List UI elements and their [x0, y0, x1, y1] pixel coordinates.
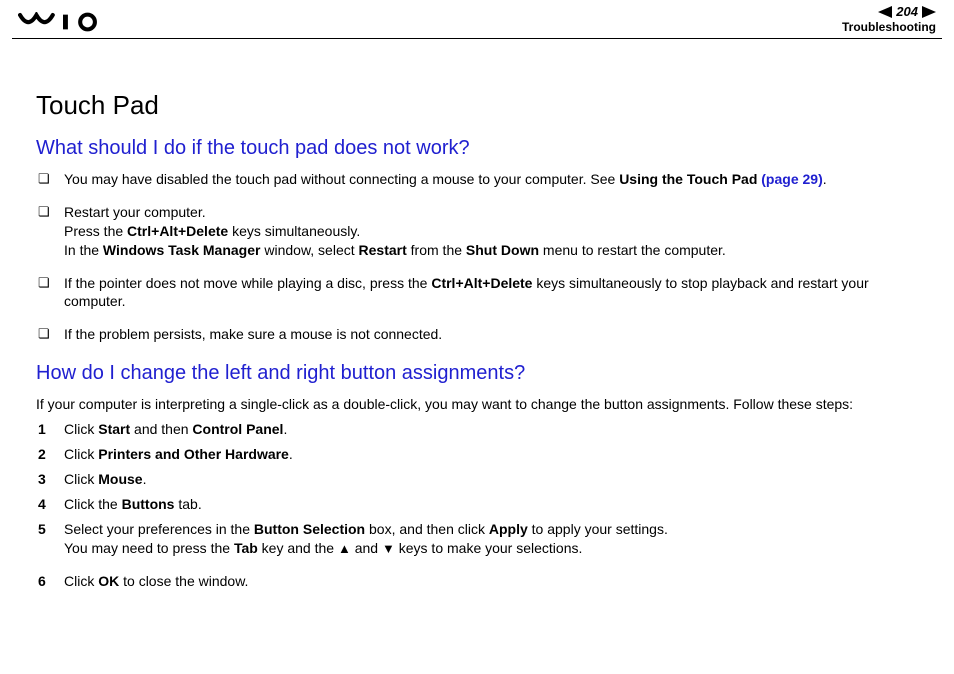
text: tab. [174, 496, 201, 512]
bold-text: Tab [234, 540, 258, 556]
bold-text: OK [98, 573, 119, 589]
bold-text: Ctrl+Alt+Delete [127, 223, 228, 239]
text: Restart your computer. [64, 204, 206, 220]
text: You may need to press the [64, 540, 234, 556]
text: keys simultaneously. [228, 223, 360, 239]
section-label: Troubleshooting [842, 20, 936, 34]
page-content: Touch Pad What should I do if the touch … [36, 90, 926, 597]
down-arrow-icon: ▼ [382, 540, 395, 558]
question-2-heading: How do I change the left and right butto… [36, 362, 926, 385]
step-number: 4 [38, 495, 46, 514]
text: and then [130, 421, 192, 437]
text: to apply your settings. [528, 521, 668, 537]
text: to close the window. [119, 573, 248, 589]
text: You may have disabled the touch pad with… [64, 171, 619, 187]
text: and [351, 540, 382, 556]
step-number: 6 [38, 572, 46, 591]
question-2-steps: 1 Click Start and then Control Panel. 2 … [36, 420, 926, 590]
list-item: If the problem persists, make sure a mou… [36, 325, 926, 344]
prev-page-arrow-icon[interactable] [878, 6, 892, 18]
vaio-logo [18, 12, 108, 37]
bold-text: Start [98, 421, 130, 437]
question-1-heading: What should I do if the touch pad does n… [36, 137, 926, 160]
bold-text: Ctrl+Alt+Delete [431, 275, 532, 291]
text: . [143, 471, 147, 487]
step-item: 1 Click Start and then Control Panel. [36, 420, 926, 439]
step-item: 3 Click Mouse. [36, 470, 926, 489]
step-item: 6 Click OK to close the window. [36, 572, 926, 591]
step-item: 5 Select your preferences in the Button … [36, 520, 926, 558]
text: If the pointer does not move while playi… [64, 275, 431, 291]
bold-text: Windows Task Manager [103, 242, 261, 258]
text: . [823, 171, 827, 187]
text: keys to make your selections. [395, 540, 583, 556]
bold-text: Using the Touch Pad [619, 171, 761, 187]
bold-text: Mouse [98, 471, 142, 487]
header-rule [12, 38, 942, 39]
vaio-logo-svg [18, 12, 108, 32]
bold-text: Printers and Other Hardware [98, 446, 289, 462]
bold-text: Shut Down [466, 242, 539, 258]
page-link[interactable]: (page 29) [761, 171, 822, 187]
next-page-arrow-icon[interactable] [922, 6, 936, 18]
step-item: 2 Click Printers and Other Hardware. [36, 445, 926, 464]
text: Click [64, 421, 98, 437]
bold-text: Restart [359, 242, 407, 258]
step-item: 4 Click the Buttons tab. [36, 495, 926, 514]
step-number: 1 [38, 420, 46, 439]
text: window, select [260, 242, 358, 258]
bold-text: Control Panel [192, 421, 283, 437]
page-header: 204 Troubleshooting [12, 0, 942, 40]
text: Press the [64, 223, 127, 239]
text: box, and then click [365, 521, 489, 537]
list-item: Restart your computer. Press the Ctrl+Al… [36, 203, 926, 260]
list-item: If the pointer does not move while playi… [36, 274, 926, 312]
bold-text: Button Selection [254, 521, 365, 537]
page-nav: 204 [878, 4, 936, 19]
text: menu to restart the computer. [539, 242, 726, 258]
page-title: Touch Pad [36, 90, 926, 121]
text: Click [64, 446, 98, 462]
text: If the problem persists, make sure a mou… [64, 326, 442, 342]
bold-text: Apply [489, 521, 528, 537]
up-arrow-icon: ▲ [338, 540, 351, 558]
text: key and the [258, 540, 338, 556]
question-2-intro: If your computer is interpreting a singl… [36, 395, 926, 414]
page-number: 204 [894, 4, 920, 19]
text: Click [64, 471, 98, 487]
text: In the [64, 242, 103, 258]
list-item: You may have disabled the touch pad with… [36, 170, 926, 189]
question-1-list: You may have disabled the touch pad with… [36, 170, 926, 344]
text: . [289, 446, 293, 462]
text: Select your preferences in the [64, 521, 254, 537]
bold-text: Buttons [122, 496, 175, 512]
step-number: 2 [38, 445, 46, 464]
step-number: 5 [38, 520, 46, 539]
text: . [283, 421, 287, 437]
text: Click the [64, 496, 122, 512]
text: from the [407, 242, 466, 258]
step-number: 3 [38, 470, 46, 489]
text: Click [64, 573, 98, 589]
